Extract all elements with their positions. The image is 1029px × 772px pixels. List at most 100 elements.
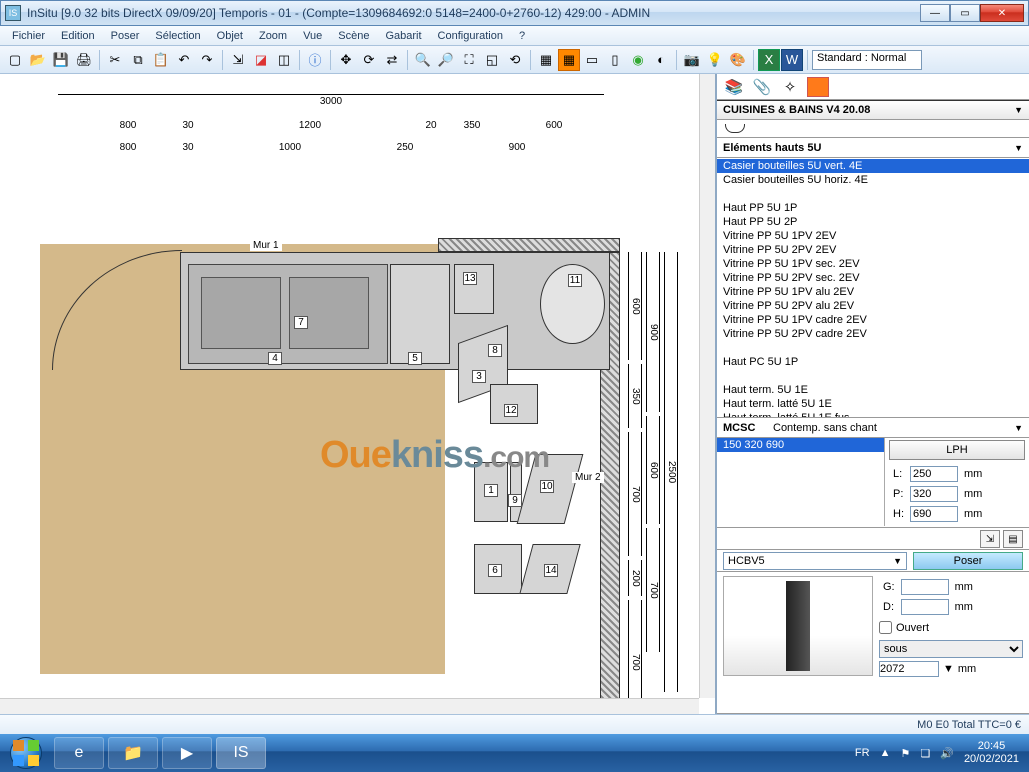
window-close-button[interactable]: ✕ [980, 4, 1024, 22]
list-item[interactable]: Haut PP 5U 2P [717, 215, 1029, 229]
move-icon[interactable]: ✥ [335, 49, 357, 71]
tool-a-icon[interactable]: ⇲ [227, 49, 249, 71]
list-item[interactable]: Haut term. latté 5U 1E [717, 397, 1029, 411]
view-3d-icon[interactable]: ▦ [558, 49, 580, 71]
view-side-icon[interactable]: ▯ [604, 49, 626, 71]
export-word-icon[interactable]: W [781, 49, 803, 71]
list-item[interactable]: Casier bouteilles 5U vert. 4E [717, 159, 1029, 173]
window-minimize-button[interactable]: — [920, 4, 950, 22]
mini-icon-a[interactable]: ⇲ [980, 530, 1000, 548]
list-item[interactable]: Casier bouteilles 5U horiz. 4E [717, 173, 1029, 187]
list-item[interactable]: Vitrine PP 5U 2PV 2EV [717, 243, 1029, 257]
dimension-list[interactable]: 150 320 690 [717, 438, 885, 526]
canvas-scroll-horizontal[interactable] [0, 698, 699, 714]
catalog-header[interactable]: CUISINES & BAINS V4 20.08▼ [717, 100, 1029, 120]
view-2d-icon[interactable]: ▦ [535, 49, 557, 71]
menu-fichier[interactable]: Fichier [4, 28, 53, 44]
task-media-icon[interactable]: ▶ [162, 737, 212, 769]
group-combo[interactable]: Eléments hauts 5U▼ [717, 138, 1029, 158]
save-icon[interactable]: 💾 [50, 49, 72, 71]
cut-icon[interactable]: ✂ [104, 49, 126, 71]
tray-lang[interactable]: FR [855, 747, 870, 759]
menu-help[interactable]: ? [511, 28, 533, 44]
new-icon[interactable]: ▢ [4, 49, 26, 71]
list-item[interactable]: Vitrine PP 5U 2PV alu 2EV [717, 299, 1029, 313]
print-icon[interactable]: 🖨 [73, 49, 95, 71]
length-input[interactable] [910, 466, 958, 482]
zoom-fit-icon[interactable]: ⛶ [458, 49, 480, 71]
tool-b-icon[interactable]: ◪ [250, 49, 272, 71]
list-item[interactable]: Haut PP 5U 1P [717, 201, 1029, 215]
list-item[interactable]: Vitrine PP 5U 1PV cadre 2EV [717, 313, 1029, 327]
window-maximize-button[interactable]: ▭ [950, 4, 980, 22]
list-item[interactable]: Haut term. 5U 1E [717, 383, 1029, 397]
light-icon[interactable]: ◐ [650, 49, 672, 71]
menu-objet[interactable]: Objet [209, 28, 251, 44]
menu-vue[interactable]: Vue [295, 28, 330, 44]
zoom-prev-icon[interactable]: ⟲ [504, 49, 526, 71]
list-item[interactable]: Haut PC 5U 1P [717, 355, 1029, 369]
menu-scene[interactable]: Scène [330, 28, 377, 44]
paste-icon[interactable]: 📋 [150, 49, 172, 71]
tab-current-icon[interactable] [807, 77, 829, 97]
undo-icon[interactable]: ↶ [173, 49, 195, 71]
zoom-out-icon[interactable]: 🔎 [435, 49, 457, 71]
canvas-scroll-vertical[interactable] [699, 74, 715, 698]
drawing-canvas[interactable]: 3000 800 30 1200 20 350 600 800 30 1000 … [0, 74, 716, 714]
list-item[interactable]: Vitrine PP 5U 1PV alu 2EV [717, 285, 1029, 299]
copy-icon[interactable]: ⧉ [127, 49, 149, 71]
tab-star-icon[interactable]: ✧ [779, 77, 801, 97]
menu-zoom[interactable]: Zoom [251, 28, 295, 44]
tray-flag-icon[interactable]: ▲ [880, 747, 891, 759]
mirror-icon[interactable]: ⇄ [381, 49, 403, 71]
style-combo[interactable]: Standard : Normal [812, 50, 922, 70]
tab-clip-icon[interactable]: 📎 [751, 77, 773, 97]
tab-catalog-icon[interactable]: 📚 [723, 77, 745, 97]
list-item[interactable]: Vitrine PP 5U 1PV 2EV [717, 229, 1029, 243]
tray-sound-icon[interactable]: 🔊 [940, 747, 954, 760]
export-excel-icon[interactable]: X [758, 49, 780, 71]
bulb-icon[interactable]: 💡 [704, 49, 726, 71]
dim-row[interactable]: 150 320 690 [717, 438, 884, 452]
camera-icon[interactable]: 📷 [681, 49, 703, 71]
list-item[interactable]: Vitrine PP 5U 2PV cadre 2EV [717, 327, 1029, 341]
palette-icon[interactable]: 🎨 [727, 49, 749, 71]
menu-selection[interactable]: Sélection [147, 28, 208, 44]
poser-button[interactable]: Poser [913, 552, 1023, 570]
list-item[interactable]: Vitrine PP 5U 2PV sec. 2EV [717, 271, 1029, 285]
redo-icon[interactable]: ↷ [196, 49, 218, 71]
tray-network-icon[interactable]: ❏ [920, 747, 930, 760]
zoom-sel-icon[interactable]: ◱ [481, 49, 503, 71]
d-input[interactable] [901, 599, 949, 615]
zoom-in-icon[interactable]: 🔍 [412, 49, 434, 71]
placement-select[interactable]: sous [879, 640, 1023, 658]
menu-poser[interactable]: Poser [103, 28, 148, 44]
rotate-icon[interactable]: ⟳ [358, 49, 380, 71]
open-checkbox[interactable] [879, 621, 892, 634]
tool-c-icon[interactable]: ◫ [273, 49, 295, 71]
lph-button[interactable]: LPH [889, 440, 1025, 460]
info-icon[interactable]: ⓘ [304, 49, 326, 71]
style-row[interactable]: MCSC Contemp. sans chant▼ [717, 418, 1029, 438]
ref-combo[interactable]: HCBV5▼ [723, 552, 907, 570]
g-input[interactable] [901, 579, 949, 595]
menu-edition[interactable]: Edition [53, 28, 103, 44]
open-checkbox-row[interactable]: Ouvert [879, 621, 1023, 634]
list-item[interactable]: Vitrine PP 5U 1PV sec. 2EV [717, 257, 1029, 271]
open-icon[interactable]: 📂 [27, 49, 49, 71]
task-insitu-icon[interactable]: IS [216, 737, 266, 769]
height-input[interactable] [910, 506, 958, 522]
depth-input[interactable] [910, 486, 958, 502]
task-explorer-icon[interactable]: 📁 [108, 737, 158, 769]
mini-icon-b[interactable]: ▤ [1003, 530, 1023, 548]
offset-input[interactable] [879, 661, 939, 677]
render-icon[interactable]: ◉ [627, 49, 649, 71]
tray-clock[interactable]: 20:4520/02/2021 [964, 740, 1019, 766]
tray-action-icon[interactable]: ⚑ [900, 747, 910, 760]
menu-configuration[interactable]: Configuration [430, 28, 511, 44]
menu-gabarit[interactable]: Gabarit [377, 28, 429, 44]
element-list[interactable]: Casier bouteilles 5U vert. 4ECasier bout… [717, 158, 1029, 418]
start-button[interactable] [0, 734, 52, 772]
task-ie-icon[interactable]: e [54, 737, 104, 769]
view-front-icon[interactable]: ▭ [581, 49, 603, 71]
